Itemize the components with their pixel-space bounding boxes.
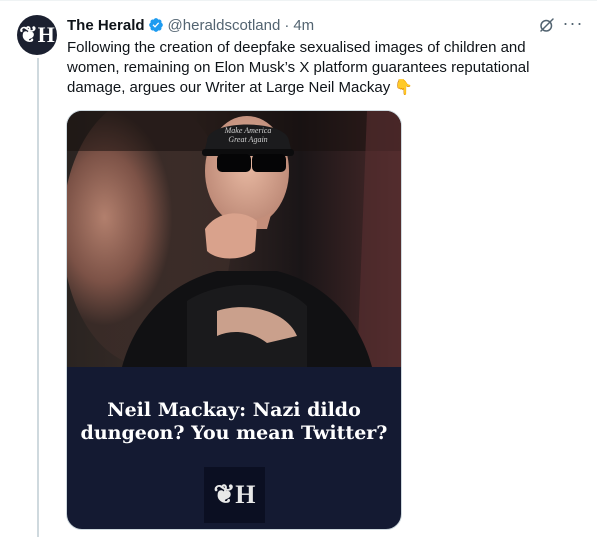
herald-logo: ❦H <box>204 467 265 523</box>
tweet-header: The Herald @heraldscotland · 4m <box>67 15 314 35</box>
divider <box>0 0 597 1</box>
more-icon[interactable]: ··· <box>562 14 584 34</box>
card-headline: Neil Mackay: Nazi dildo dungeon? You mea… <box>80 399 388 444</box>
thread-line <box>37 58 39 537</box>
avatar[interactable]: ❦H <box>17 15 57 55</box>
timestamp[interactable]: 4m <box>293 17 314 34</box>
display-name[interactable]: The Herald <box>67 17 145 34</box>
separator: · <box>284 16 290 34</box>
svg-text:Great Again: Great Again <box>228 135 267 144</box>
handle[interactable]: @heraldscotland <box>168 17 281 34</box>
grok-icon[interactable] <box>538 16 556 34</box>
svg-text:Make America: Make America <box>224 126 272 135</box>
verified-badge-icon <box>148 18 163 32</box>
link-card[interactable]: Make America Great Again Neil Mackay: Na… <box>66 110 402 530</box>
article-photo: Make America Great Again <box>67 111 401 367</box>
tweet-text: Following the creation of deepfake sexua… <box>67 39 530 96</box>
